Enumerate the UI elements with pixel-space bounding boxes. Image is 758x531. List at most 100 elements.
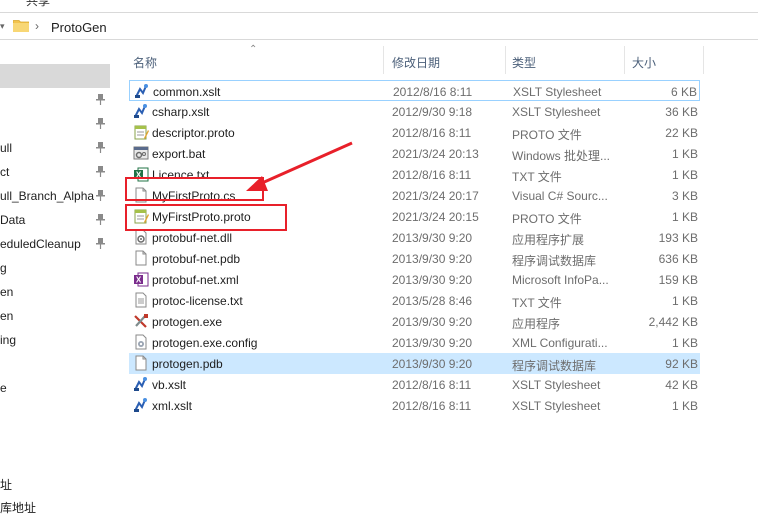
file-modified: 2013/9/30 9:20 bbox=[392, 336, 473, 350]
file-row[interactable]: descriptor.proto 2012/8/16 8:11 PROTO 文件 22… bbox=[129, 122, 700, 143]
file-row[interactable]: common.xslt 2012/8/16 8:11 XSLT Stylesheet… bbox=[129, 80, 700, 101]
file-row[interactable]: protoc-license.txt 2013/5/28 8:46 TXT 文件 1 … bbox=[129, 290, 700, 311]
notepad-icon bbox=[133, 124, 149, 140]
nav-item-label: en bbox=[0, 285, 14, 299]
file-row[interactable]: protogen.exe 2013/9/30 9:20 应用程序 2,442 KB bbox=[129, 311, 700, 332]
nav-item[interactable]: ull_Branch_Alpha bbox=[0, 184, 110, 208]
nav-item[interactable]: Data bbox=[0, 208, 110, 232]
file-name[interactable]: protogen.exe.config bbox=[152, 336, 257, 350]
nav-item-label: eduledCleanup bbox=[0, 237, 81, 251]
file-name[interactable]: protobuf-net.dll bbox=[152, 231, 232, 245]
file-type: TXT 文件 bbox=[512, 170, 562, 184]
file-icon bbox=[133, 355, 149, 371]
nav-item[interactable]: eduledCleanup bbox=[0, 232, 110, 256]
nav-item[interactable] bbox=[0, 448, 110, 472]
highlight-box-cs bbox=[125, 177, 264, 201]
file-size: 22 KB bbox=[665, 126, 698, 140]
nav-item-label: en bbox=[0, 309, 14, 323]
nav-item-label: e bbox=[0, 381, 7, 395]
file-type: XSLT Stylesheet bbox=[512, 399, 601, 413]
file-name[interactable]: xml.xslt bbox=[152, 399, 192, 413]
column-divider[interactable] bbox=[703, 46, 704, 74]
chevron-right-icon[interactable]: › bbox=[35, 19, 39, 33]
file-row[interactable]: protobuf-net.pdb 2013/9/30 9:20 程序调试数据库 636… bbox=[129, 248, 700, 269]
nav-item-label: ull_Branch_Alpha bbox=[0, 189, 95, 203]
nav-item[interactable] bbox=[0, 64, 110, 88]
file-name[interactable]: protobuf-net.xml bbox=[152, 273, 239, 287]
nav-item[interactable] bbox=[0, 352, 110, 376]
pin-icon bbox=[96, 117, 105, 129]
file-modified: 2012/8/16 8:11 bbox=[392, 378, 472, 392]
file-name[interactable]: descriptor.proto bbox=[152, 126, 235, 140]
file-modified: 2013/9/30 9:20 bbox=[392, 231, 473, 245]
column-header-size[interactable]: 大小 bbox=[632, 54, 656, 71]
file-size: 2,442 KB bbox=[648, 315, 698, 329]
file-modified: 2013/9/30 9:20 bbox=[392, 273, 473, 287]
nav-item-label: ing bbox=[0, 333, 17, 347]
column-header-modified[interactable]: 修改日期 bbox=[392, 54, 440, 71]
file-size: 1 KB bbox=[671, 210, 698, 224]
nav-item[interactable]: 库地址 bbox=[0, 494, 110, 518]
file-row[interactable]: protogen.exe.config 2013/9/30 9:20 XML Con… bbox=[129, 332, 700, 353]
nav-item[interactable]: en bbox=[0, 280, 110, 304]
file-row[interactable]: export.bat 2021/3/24 20:13 Windows 批处理... 1… bbox=[129, 143, 700, 164]
column-header-name[interactable]: 名称 bbox=[133, 54, 157, 71]
nav-item[interactable]: ing bbox=[0, 328, 110, 352]
pin-icon bbox=[96, 141, 105, 153]
ribbon-tab-share[interactable]: 共享 bbox=[26, 0, 50, 8]
nav-item[interactable]: e bbox=[0, 376, 110, 400]
column-divider[interactable] bbox=[624, 46, 625, 74]
file-row[interactable]: vb.xslt 2012/8/16 8:11 XSLT Stylesheet 42 K… bbox=[129, 374, 700, 395]
xslt-icon bbox=[133, 397, 149, 413]
chevron-down-icon[interactable]: ▾ bbox=[0, 21, 5, 32]
file-size: 36 KB bbox=[665, 105, 698, 119]
navigation-pane: ull ct ull_Branch_Alpha Data eduledCleanup g e… bbox=[0, 42, 113, 531]
file-name[interactable]: protobuf-net.pdb bbox=[152, 252, 240, 266]
nav-item[interactable]: ct bbox=[0, 160, 110, 184]
nav-item[interactable] bbox=[0, 88, 110, 112]
column-divider[interactable] bbox=[505, 46, 506, 74]
file-modified: 2013/5/28 8:46 bbox=[392, 294, 473, 308]
address-path[interactable]: ProtoGen bbox=[51, 20, 107, 35]
file-name[interactable]: protogen.pdb bbox=[152, 357, 223, 371]
file-row[interactable]: Xprotobuf-net.xml 2013/9/30 9:20 Microsoft… bbox=[129, 269, 700, 290]
file-type: PROTO 文件 bbox=[512, 128, 582, 142]
pin-icon bbox=[96, 237, 105, 249]
file-name[interactable]: csharp.xslt bbox=[152, 105, 209, 119]
file-row[interactable]: xml.xslt 2012/8/16 8:11 XSLT Stylesheet 1 K… bbox=[129, 395, 700, 416]
nav-item[interactable]: ull bbox=[0, 136, 110, 160]
file-row[interactable]: csharp.xslt 2012/9/30 9:18 XSLT Stylesheet… bbox=[129, 101, 700, 122]
file-size: 6 KB bbox=[670, 85, 697, 99]
nav-item-label: ct bbox=[0, 165, 10, 179]
file-name[interactable]: vb.xslt bbox=[152, 378, 186, 392]
nav-item[interactable]: en bbox=[0, 304, 110, 328]
file-type: 程序调试数据库 bbox=[512, 359, 597, 373]
pin-icon bbox=[96, 165, 105, 177]
nav-item[interactable]: 址 bbox=[0, 471, 110, 495]
file-row[interactable]: protogen.pdb 2013/9/30 9:20 程序调试数据库 92 KB bbox=[129, 353, 700, 374]
folder-icon bbox=[13, 20, 29, 32]
infopath-icon: X bbox=[133, 271, 149, 287]
file-name[interactable]: common.xslt bbox=[153, 85, 220, 99]
file-modified: 2021/3/24 20:15 bbox=[392, 210, 479, 224]
file-type: XSLT Stylesheet bbox=[512, 105, 601, 119]
nav-item-label: ull bbox=[0, 141, 13, 155]
file-type: XSLT Stylesheet bbox=[512, 378, 601, 392]
file-type: Windows 批处理... bbox=[512, 149, 611, 163]
file-modified: 2013/9/30 9:20 bbox=[392, 252, 473, 266]
file-name[interactable]: protoc-license.txt bbox=[152, 294, 243, 308]
column-header-type[interactable]: 类型 bbox=[512, 54, 536, 71]
exe-icon bbox=[133, 313, 149, 329]
column-divider[interactable] bbox=[383, 46, 384, 74]
nav-item[interactable]: g bbox=[0, 256, 110, 280]
pin-icon bbox=[96, 93, 105, 105]
file-size: 1 KB bbox=[671, 168, 698, 182]
file-type: XML Configurati... bbox=[512, 336, 608, 350]
address-bar[interactable]: ▾ › ProtoGen bbox=[0, 12, 758, 40]
nav-item[interactable] bbox=[0, 112, 110, 136]
batch-icon bbox=[133, 145, 149, 161]
file-size: 1 KB bbox=[671, 336, 698, 350]
file-name[interactable]: export.bat bbox=[152, 147, 205, 161]
config-icon bbox=[133, 334, 149, 350]
file-name[interactable]: protogen.exe bbox=[152, 315, 222, 329]
